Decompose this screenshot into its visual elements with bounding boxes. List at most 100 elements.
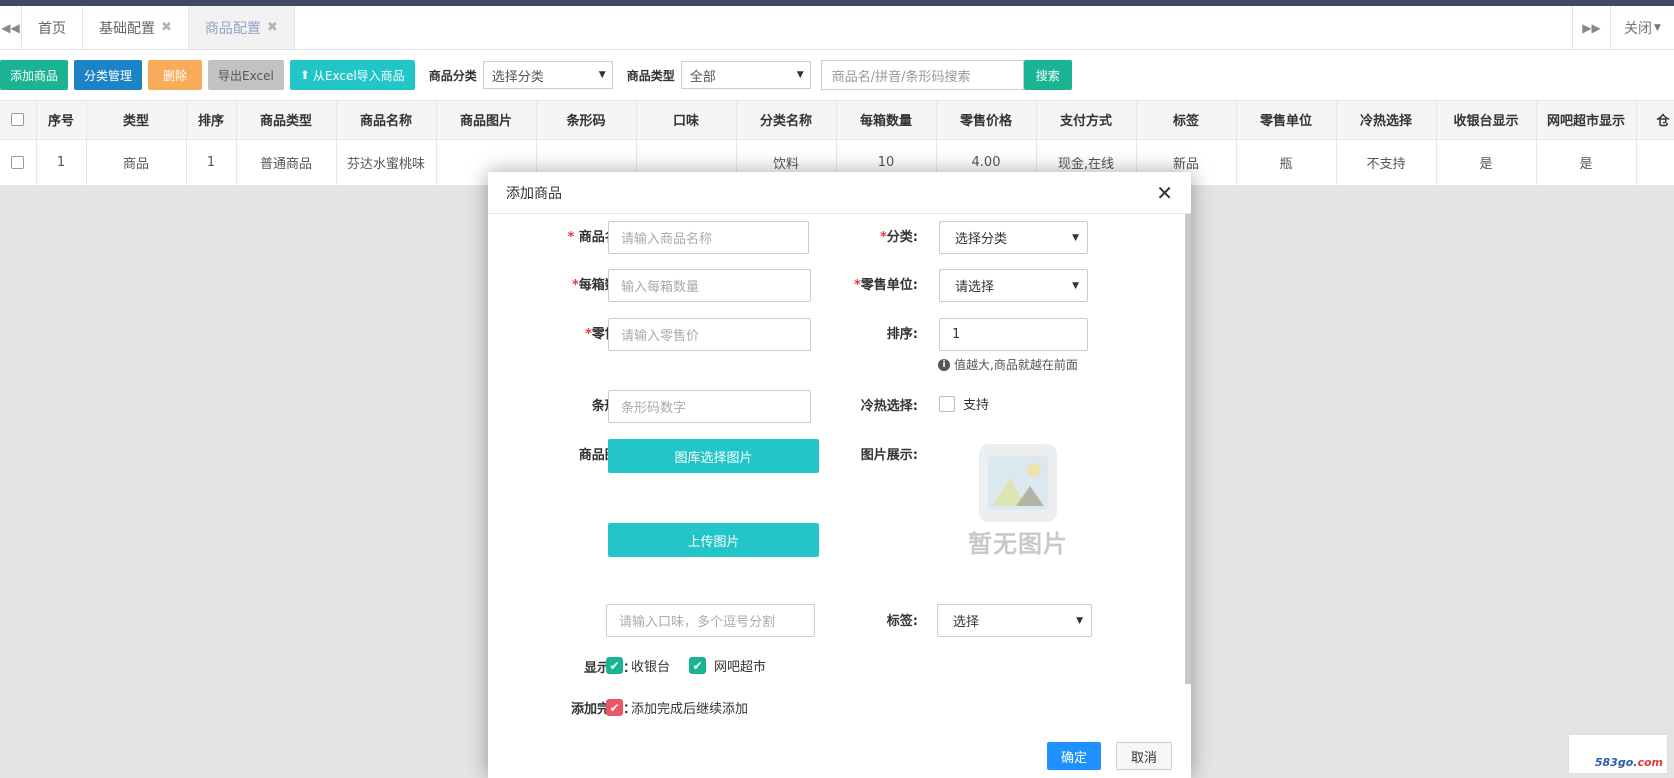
close-icon[interactable]: ✖ xyxy=(267,20,278,35)
tab-label: 首页 xyxy=(38,20,66,37)
close-icon[interactable]: ✖ xyxy=(161,20,172,35)
table-cell: 芬达水蜜桃味 xyxy=(336,139,437,186)
checkbox-checked-icon[interactable]: ✔ xyxy=(606,657,623,674)
modal-header: 添加商品 ✕ xyxy=(488,172,1191,214)
preview-label: 图片展示: xyxy=(860,448,918,463)
confirm-button[interactable]: 确定 xyxy=(1047,742,1102,770)
table-cell: 不支持 xyxy=(1336,139,1437,186)
modal-title: 添加商品 xyxy=(506,185,562,202)
price-input[interactable]: 请输入零售价 xyxy=(608,318,811,351)
column-header[interactable]: 支付方式 xyxy=(1036,101,1137,140)
caret-down-icon: ▼ xyxy=(1076,615,1083,626)
sort-input[interactable]: 1 xyxy=(939,318,1088,351)
gallery-select-button[interactable]: 图库选择图片 xyxy=(608,439,819,473)
checkbox-empty[interactable] xyxy=(939,395,955,412)
close-menu-label: 关闭 xyxy=(1624,20,1653,37)
import-label: 从Excel导入商品 xyxy=(312,68,405,83)
row-checkbox[interactable] xyxy=(11,155,25,169)
column-header[interactable]: 口味 xyxy=(636,101,737,140)
tab-home[interactable]: 首页 xyxy=(22,6,83,49)
caret-down-icon: ▼ xyxy=(598,70,606,80)
table-cell: 是 xyxy=(1436,139,1537,186)
flavor-input[interactable]: 请输入口味，多个逗号分割 xyxy=(606,604,815,637)
hotcold-label: 冷热选择: xyxy=(860,399,918,414)
column-header[interactable]: 冷热选择 xyxy=(1336,101,1437,140)
category-manage-button[interactable]: 分类管理 xyxy=(74,60,143,90)
toolbar: 添加商品 分类管理 删除 导出Excel ⬆ 从Excel导入商品 商品分类 选… xyxy=(0,50,1674,100)
box-qty-input[interactable]: 输入每箱数量 xyxy=(608,269,811,302)
sort-hint-text: 值越大,商品就越在前面 xyxy=(954,358,1078,372)
display-netbar-checkbox[interactable]: ✔ 网吧超市 xyxy=(689,656,766,675)
import-excel-button[interactable]: ⬆ 从Excel导入商品 xyxy=(289,60,415,90)
category-select[interactable]: 选择分类 ▼ xyxy=(939,221,1088,254)
tab-basic-config[interactable]: 基础配置 ✖ xyxy=(83,6,189,49)
add-product-form: * 商品名称: 请输入商品名称 *分类: 选择分类 ▼ *每箱数量: 输入每箱数… xyxy=(488,214,1185,734)
delete-label: 删除 xyxy=(163,68,188,83)
column-header[interactable]: 每箱数量 xyxy=(836,101,937,140)
watermark-main: 583go. xyxy=(1594,756,1638,769)
column-header[interactable]: 分类名称 xyxy=(736,101,837,140)
select-all-checkbox[interactable] xyxy=(11,113,25,127)
display-cashier-checkbox[interactable]: ✔ 收银台 xyxy=(606,656,670,675)
row-select-cell[interactable] xyxy=(0,139,37,186)
column-header[interactable]: 网吧超市显示 xyxy=(1536,101,1637,140)
type-filter-select[interactable]: 全部 ▼ xyxy=(680,61,811,89)
tag-select[interactable]: 选择 ▼ xyxy=(937,604,1092,637)
column-header[interactable]: 收银台显示 xyxy=(1436,101,1537,140)
continue-add-checkbox[interactable]: ✔ 添加完成后继续添加 xyxy=(606,698,748,717)
search-input[interactable]: 商品名/拼音/条形码搜索 xyxy=(820,60,1024,90)
column-header[interactable]: 排序 xyxy=(186,101,237,140)
site-watermark: 583go. com xyxy=(1568,734,1668,774)
column-header[interactable]: 仓 xyxy=(1636,101,1674,140)
category-filter-value: 选择分类 xyxy=(491,69,544,85)
search-button[interactable]: 搜索 xyxy=(1023,60,1072,90)
upload-image-button[interactable]: 上传图片 xyxy=(608,523,819,557)
barcode-input[interactable]: 条形码数字 xyxy=(608,390,811,423)
table-cell: 1 xyxy=(186,139,237,186)
continue-add-label: 添加完成后继续添加 xyxy=(631,702,749,717)
unit-select[interactable]: 请选择 ▼ xyxy=(939,269,1088,302)
tag-label: 标签: xyxy=(886,614,918,629)
column-header[interactable]: 条形码 xyxy=(536,101,637,140)
no-image-text: 暂无图片 xyxy=(968,530,1068,558)
checkbox-checked-icon[interactable]: ✔ xyxy=(606,699,623,716)
add-product-button[interactable]: 添加商品 xyxy=(0,60,69,90)
hotcold-option: 支持 xyxy=(963,398,990,413)
column-header[interactable]: 商品图片 xyxy=(436,101,537,140)
no-image-placeholder: 暂无图片 xyxy=(958,444,1078,564)
column-header[interactable]: 零售单位 xyxy=(1236,101,1337,140)
display-cashier-label: 收银台 xyxy=(631,660,671,675)
checkbox-checked-icon[interactable]: ✔ xyxy=(689,657,706,674)
hotcold-checkbox[interactable]: 支持 xyxy=(939,394,989,413)
unit-value: 请选择 xyxy=(955,280,995,295)
category-filter-select[interactable]: 选择分类 ▼ xyxy=(482,61,613,89)
category-value: 选择分类 xyxy=(955,232,1008,247)
tag-value: 选择 xyxy=(953,615,980,630)
category-label: *分类: xyxy=(879,230,918,245)
select-all-cell[interactable] xyxy=(0,101,37,140)
type-filter-label: 商品类型 xyxy=(626,68,675,83)
column-header[interactable]: 标签 xyxy=(1136,101,1237,140)
caret-down-icon: ▼ xyxy=(1072,280,1079,291)
close-icon[interactable]: ✕ xyxy=(1156,181,1173,205)
close-menu-button[interactable]: 关闭 ▼ xyxy=(1610,6,1674,49)
export-excel-button[interactable]: 导出Excel xyxy=(208,60,284,90)
caret-down-icon: ▼ xyxy=(796,70,804,80)
delete-button[interactable]: 删除 xyxy=(148,60,203,90)
info-icon: i xyxy=(938,358,950,371)
type-filter-value: 全部 xyxy=(689,69,716,85)
column-header[interactable]: 商品名称 xyxy=(336,101,437,140)
product-name-input[interactable]: 请输入商品名称 xyxy=(608,221,809,254)
tab-scroll-right-icon[interactable]: ▶▶ xyxy=(1572,6,1610,49)
column-header[interactable]: 序号 xyxy=(36,101,87,140)
cancel-button[interactable]: 取消 xyxy=(1116,742,1173,770)
tab-scroll-left-icon[interactable]: ◀◀ xyxy=(0,6,22,49)
column-header[interactable]: 零售价格 xyxy=(936,101,1037,140)
table-cell: 1 xyxy=(36,139,87,186)
column-header[interactable]: 类型 xyxy=(86,101,187,140)
column-header[interactable]: 商品类型 xyxy=(236,101,337,140)
modal-scrollbar[interactable] xyxy=(1185,214,1191,684)
tab-product-config[interactable]: 商品配置 ✖ xyxy=(188,6,295,49)
tab-bar: ◀◀ 首页 基础配置 ✖ 商品配置 ✖ ▶▶ 关闭 ▼ xyxy=(0,6,1674,50)
image-placeholder-icon xyxy=(979,444,1057,522)
